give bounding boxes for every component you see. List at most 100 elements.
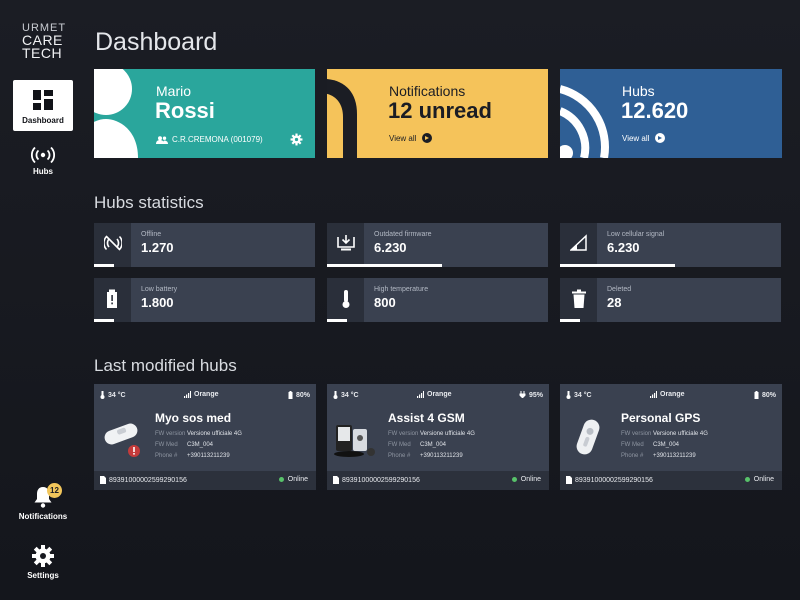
notifications-view-all-link[interactable]: View all — [389, 133, 433, 143]
stat-icon-box — [94, 223, 131, 267]
sim-card-icon — [566, 476, 572, 484]
hubs-view-all-link[interactable]: View all — [622, 133, 666, 143]
hub-details: FW version Versione ufficiale 4G FW Med C3… — [621, 429, 708, 462]
thermometer-icon — [342, 290, 350, 308]
hub-footer: 89391000002599290156 Online — [327, 471, 549, 490]
stat-label: Deleted — [607, 286, 632, 293]
thermometer-icon — [100, 391, 105, 399]
users-icon — [156, 135, 168, 144]
hub-name: Myo sos med — [155, 411, 232, 425]
sidebar-item-label: Notifications — [18, 512, 68, 521]
brand-logo: URMET CARE TECH — [22, 22, 68, 60]
hubs-card[interactable]: Hubs 12.620 View all — [560, 69, 782, 158]
stat-value: 6.230 — [607, 240, 640, 255]
hub-imei-value: 89391000002599290156 — [342, 476, 420, 484]
hub-network-value: Orange — [194, 391, 219, 398]
fw-version-value: Versione ufficiale 4G — [653, 431, 708, 437]
brand-line-3: TECH — [22, 45, 63, 61]
fw-med-value: C3M_004 — [187, 442, 214, 448]
hub-details: FW version Versione ufficiale 4G FW Med C3… — [388, 429, 475, 462]
bell-icon — [327, 79, 357, 158]
hub-card[interactable]: 34 °C Orange 80% Myo sos med FW version V… — [94, 384, 316, 490]
hub-footer: 89391000002599290156 Online — [560, 471, 782, 490]
fw-version-label: FW version — [621, 431, 652, 437]
sidebar-item-dashboard[interactable]: Dashboard — [13, 80, 73, 131]
stat-progress-bar — [94, 319, 114, 322]
user-group: C.R.CREMONA (001079) — [156, 135, 263, 144]
sim-card-icon — [100, 476, 106, 484]
hub-footer: 89391000002599290156 Online — [94, 471, 316, 490]
battery-low-icon — [107, 289, 117, 308]
notifications-label: Notifications — [389, 83, 466, 99]
user-group-label: C.R.CREMONA (001079) — [172, 135, 263, 144]
hub-imei: 89391000002599290156 — [333, 476, 420, 484]
battery-icon — [754, 391, 759, 399]
hub-online-status: Online — [511, 476, 541, 483]
low-signal-icon — [570, 234, 587, 251]
stat-value: 28 — [607, 295, 622, 310]
notification-badge: 12 — [47, 483, 62, 498]
sim-card-icon — [333, 476, 339, 484]
stat-label: Outdated firmware — [374, 231, 432, 238]
stat-progress-bar — [560, 264, 675, 267]
section-hubs-statistics: Hubs statistics — [94, 193, 204, 212]
phone-value: +390113211239 — [653, 453, 696, 459]
phone-label: Phone # — [388, 453, 411, 459]
user-settings-gear-icon[interactable] — [290, 133, 303, 146]
hub-imei: 89391000002599290156 — [100, 476, 187, 484]
stat-value: 800 — [374, 295, 396, 310]
phone-value: +390113211239 — [187, 453, 230, 459]
notifications-card[interactable]: Notifications 12 unread View all — [327, 69, 548, 158]
sidebar-item-settings[interactable]: Settings — [13, 544, 73, 580]
stat-low-cellular-signal[interactable]: Low cellular signal 6.230 — [560, 223, 781, 267]
user-avatar-icon — [94, 69, 138, 158]
online-status-dot — [511, 477, 517, 482]
stat-label: Low cellular signal — [607, 231, 665, 238]
stat-high-temperature[interactable]: High temperature 800 — [327, 278, 548, 322]
stat-icon-box — [94, 278, 131, 322]
stat-outdated-firmware[interactable]: Outdated firmware 6.230 — [327, 223, 548, 267]
stat-label: Low battery — [141, 286, 178, 293]
hub-status-value: Online — [753, 476, 774, 483]
hubs-count: 12.620 — [621, 98, 689, 123]
sidebar-item-label: Dashboard — [22, 116, 64, 125]
hub-device-image — [334, 425, 375, 457]
hub-imei-value: 89391000002599290156 — [575, 476, 653, 484]
hub-card[interactable]: 34 °C Orange 95% Assist 4 GSM FW version… — [327, 384, 549, 490]
battery-icon — [288, 391, 293, 399]
fw-med-value: C3M_004 — [653, 442, 680, 448]
thermometer-icon — [566, 391, 571, 399]
hub-imei-value: 89391000002599290156 — [109, 476, 187, 484]
sidebar-item-hubs[interactable]: Hubs — [13, 146, 73, 176]
sidebar-item-label: Hubs — [33, 167, 53, 176]
gear-icon — [32, 545, 54, 567]
notifications-count: 12 unread — [388, 98, 492, 123]
section-last-modified-hubs: Last modified hubs — [94, 356, 237, 375]
signal-bars-icon — [650, 391, 657, 398]
fw-med-value: C3M_004 — [420, 442, 447, 448]
arrow-right-icon — [422, 133, 433, 143]
hub-battery-value: 80% — [761, 391, 776, 399]
stat-offline[interactable]: Offline 1.270 — [94, 223, 315, 267]
stat-progress-bar — [94, 264, 114, 267]
hub-temperature: 34 °C — [100, 391, 126, 399]
thermometer-icon — [333, 391, 338, 399]
user-last-name: Rossi — [155, 98, 215, 123]
stat-low-battery[interactable]: Low battery 1.800 — [94, 278, 315, 322]
signal-bars-icon — [417, 391, 424, 398]
hub-network: Orange — [417, 391, 452, 398]
user-first-name: Mario — [156, 83, 192, 99]
stat-icon-box — [560, 278, 597, 322]
sidebar-item-label: Settings — [27, 571, 59, 580]
stat-label: Offline — [141, 231, 162, 238]
fw-med-label: FW Med — [621, 442, 644, 448]
stat-value: 6.230 — [374, 240, 407, 255]
stat-icon-box — [560, 223, 597, 267]
hub-online-status: Online — [744, 476, 774, 483]
stat-deleted[interactable]: Deleted 28 — [560, 278, 781, 322]
sidebar-item-notifications[interactable]: 12 Notifications — [13, 483, 73, 521]
hub-card[interactable]: 34 °C Orange 80% Personal GPS FW version… — [560, 384, 782, 490]
hubs-icon — [31, 146, 55, 164]
hub-temperature-value: 34 °C — [108, 391, 126, 399]
stat-value: 1.800 — [141, 295, 174, 310]
